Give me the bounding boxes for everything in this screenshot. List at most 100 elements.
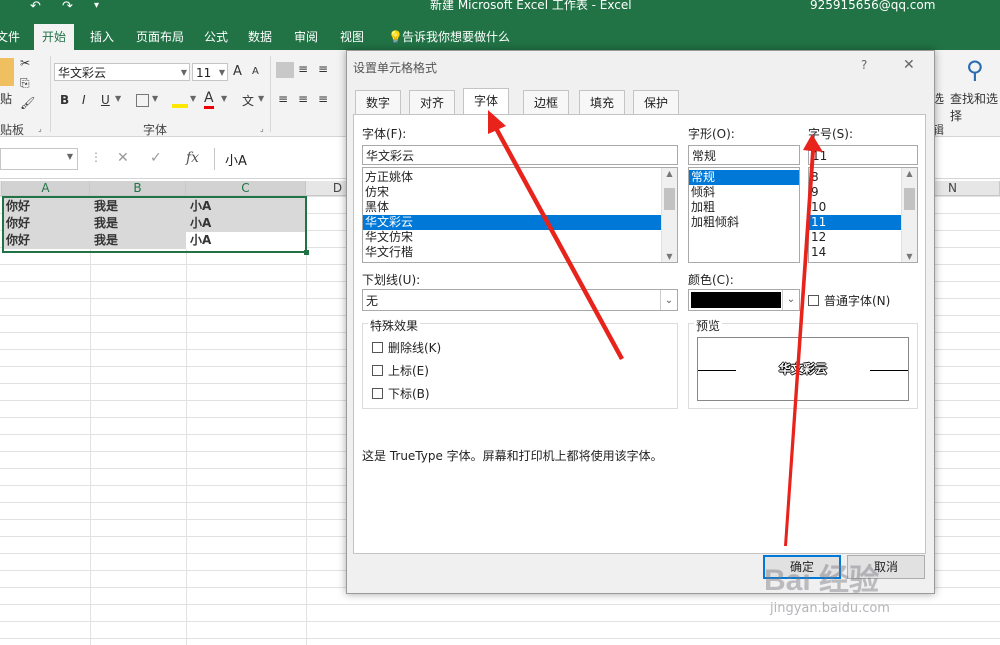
font-list-item[interactable]: 华文彩云: [363, 215, 662, 230]
find-select-button[interactable]: 查找和选择: [950, 90, 1000, 124]
font-size-list[interactable]: 8 9 10 11 12 14 ▲ ▼: [808, 167, 918, 263]
insert-function-button[interactable]: fx: [186, 150, 199, 166]
paste-icon[interactable]: [0, 58, 14, 86]
tab-file[interactable]: 文件: [0, 24, 24, 50]
font-input[interactable]: 华文彩云: [362, 145, 678, 165]
underline-button[interactable]: U: [101, 93, 110, 107]
font-launcher-icon[interactable]: ⌟: [260, 124, 264, 133]
font-list-item[interactable]: 华文行楷: [363, 245, 662, 260]
chevron-down-icon[interactable]: ⌄: [660, 290, 677, 310]
style-list-item[interactable]: 常规: [689, 170, 799, 185]
font-size-list-scrollbar[interactable]: ▲ ▼: [901, 168, 917, 262]
tab-number[interactable]: 数字: [355, 90, 402, 114]
account-name[interactable]: 925915656@qq.com: [810, 0, 935, 12]
chevron-down-icon[interactable]: ▼: [219, 64, 225, 82]
font-style-input[interactable]: 常规: [688, 145, 800, 165]
tab-data[interactable]: 数据: [244, 24, 276, 50]
size-list-item[interactable]: 14: [809, 245, 902, 260]
scroll-thumb[interactable]: [904, 188, 915, 210]
column-header-c[interactable]: C: [186, 181, 306, 196]
scroll-down-icon[interactable]: ▼: [662, 252, 677, 261]
strikethrough-checkbox[interactable]: [372, 342, 383, 353]
cut-icon[interactable]: ✂: [20, 56, 30, 70]
size-list-item[interactable]: 11: [809, 215, 902, 230]
tell-me-box[interactable]: 告诉我你想要做什么: [398, 24, 514, 50]
copy-icon[interactable]: ⎘: [20, 76, 30, 91]
font-list-item[interactable]: 方正姚体: [363, 170, 662, 185]
normal-font-checkbox[interactable]: [808, 295, 819, 306]
tab-fill[interactable]: 填充: [579, 90, 626, 114]
tab-font[interactable]: 字体: [463, 88, 510, 115]
scroll-up-icon[interactable]: ▲: [662, 169, 677, 178]
tab-page-layout[interactable]: 页面布局: [132, 24, 188, 50]
scroll-down-icon[interactable]: ▼: [902, 252, 917, 261]
tab-formulas[interactable]: 公式: [200, 24, 232, 50]
cancel-entry-button[interactable]: ✕: [117, 150, 129, 166]
name-box[interactable]: ▼: [0, 148, 78, 170]
align-bottom-icon[interactable]: ≡: [318, 62, 328, 76]
align-left-icon[interactable]: ≡: [278, 92, 288, 106]
chevron-down-icon[interactable]: ⌄: [782, 290, 799, 310]
help-button[interactable]: ?: [861, 58, 867, 72]
font-style-list[interactable]: 常规 倾斜 加粗 加粗倾斜: [688, 167, 800, 263]
italic-button[interactable]: I: [82, 93, 86, 107]
font-list-item[interactable]: 黑体: [363, 200, 662, 215]
chevron-down-icon[interactable]: ▼: [152, 94, 158, 103]
grow-font-button[interactable]: A: [233, 64, 242, 79]
phonetic-guide-button[interactable]: 文: [242, 92, 254, 109]
search-icon[interactable]: ⚲: [966, 56, 984, 84]
size-list-item[interactable]: 12: [809, 230, 902, 245]
borders-icon[interactable]: [136, 94, 149, 107]
column-header-b[interactable]: B: [90, 181, 186, 196]
font-list-scrollbar[interactable]: ▲ ▼: [661, 168, 677, 262]
undo-icon[interactable]: ↶: [30, 0, 41, 14]
font-list-item[interactable]: 仿宋: [363, 185, 662, 200]
fill-color-icon[interactable]: [172, 92, 188, 108]
font-list[interactable]: 方正姚体 仿宋 黑体 华文彩云 华文仿宋 华文行楷 ▲ ▼: [362, 167, 678, 263]
clipboard-launcher-icon[interactable]: ⌟: [38, 124, 42, 133]
size-list-item[interactable]: 10: [809, 200, 902, 215]
chevron-down-icon[interactable]: ▼: [221, 94, 227, 103]
customize-quick-access-icon[interactable]: ▾: [94, 0, 99, 11]
underline-select[interactable]: 无 ⌄: [362, 289, 678, 311]
align-middle-icon[interactable]: ≡: [298, 62, 308, 76]
shrink-font-button[interactable]: A: [252, 66, 259, 77]
formula-input[interactable]: 小A: [214, 148, 355, 170]
chevron-down-icon[interactable]: ▼: [181, 64, 187, 82]
redo-icon[interactable]: ↷: [62, 0, 73, 14]
tab-view[interactable]: 视图: [336, 24, 368, 50]
color-picker[interactable]: ⌄: [688, 289, 800, 311]
font-list-item[interactable]: 华文仿宋: [363, 230, 662, 245]
align-right-icon[interactable]: ≡: [318, 92, 328, 106]
chevron-down-icon[interactable]: ▼: [190, 94, 196, 103]
column-header-a[interactable]: A: [2, 181, 90, 196]
tab-review[interactable]: 审阅: [290, 24, 322, 50]
size-list-item[interactable]: 9: [809, 185, 902, 200]
format-painter-icon[interactable]: 🖌: [20, 96, 35, 110]
style-list-item[interactable]: 加粗倾斜: [689, 215, 799, 230]
confirm-entry-button[interactable]: ✓: [150, 150, 162, 166]
tab-border[interactable]: 边框: [523, 90, 570, 114]
font-size-input[interactable]: 11: [808, 145, 918, 165]
size-list-item[interactable]: 8: [809, 170, 902, 185]
chevron-down-icon[interactable]: ▼: [115, 94, 121, 103]
align-top-icon[interactable]: [276, 62, 294, 78]
tab-alignment[interactable]: 对齐: [409, 90, 456, 114]
fill-handle[interactable]: [304, 250, 309, 255]
font-color-button[interactable]: A: [204, 90, 214, 109]
align-center-icon[interactable]: ≡: [298, 92, 308, 106]
bold-button[interactable]: B: [60, 93, 69, 107]
tab-insert[interactable]: 插入: [86, 24, 118, 50]
scroll-thumb[interactable]: [664, 188, 675, 210]
chevron-down-icon[interactable]: ▼: [258, 94, 264, 103]
tab-home[interactable]: 开始: [34, 24, 75, 50]
close-button[interactable]: ✕: [903, 57, 915, 73]
subscript-checkbox[interactable]: [372, 388, 383, 399]
superscript-checkbox[interactable]: [372, 365, 383, 376]
scroll-up-icon[interactable]: ▲: [902, 169, 917, 178]
chevron-down-icon[interactable]: ▼: [67, 152, 73, 161]
style-list-item[interactable]: 倾斜: [689, 185, 799, 200]
tab-protection[interactable]: 保护: [633, 90, 680, 114]
style-list-item[interactable]: 加粗: [689, 200, 799, 215]
font-size-combo[interactable]: 11 ▼: [192, 63, 228, 81]
